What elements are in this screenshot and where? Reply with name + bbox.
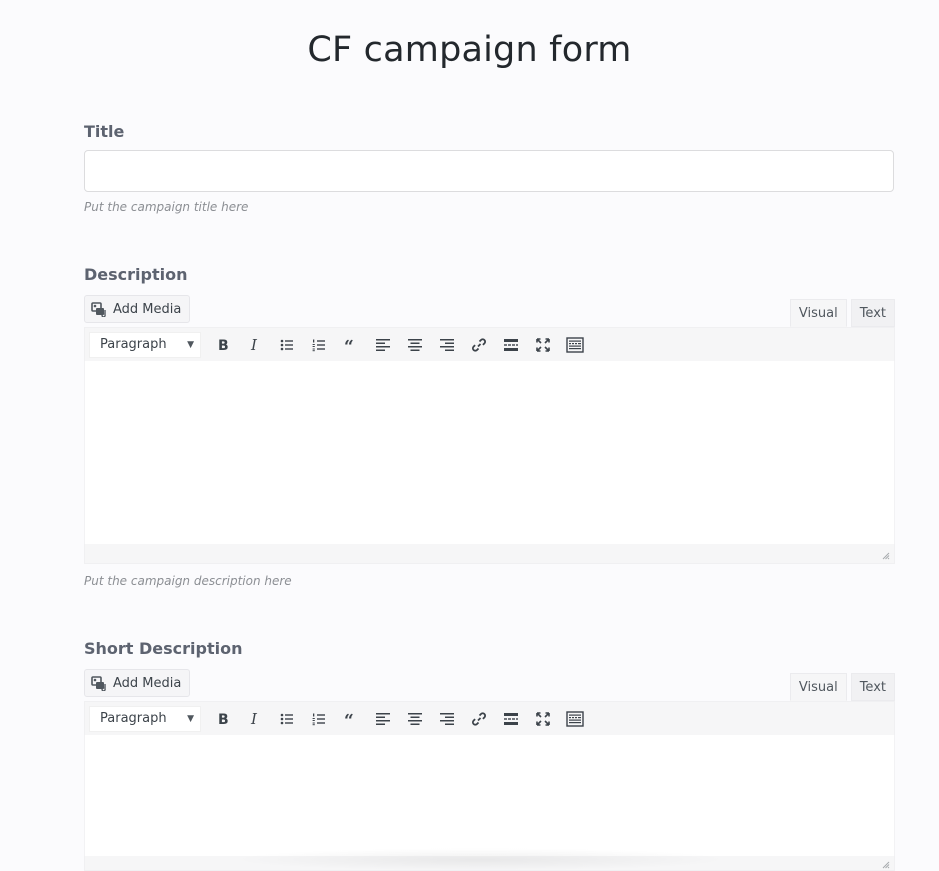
- format-select-value: Paragraph: [100, 711, 167, 726]
- bold-icon[interactable]: B: [207, 331, 239, 359]
- editor-toolbar: Paragraph ▼ B I “: [84, 327, 895, 361]
- add-media-label: Add Media: [113, 675, 182, 691]
- svg-text:B: B: [218, 338, 229, 353]
- blockquote-icon[interactable]: “: [335, 705, 367, 733]
- short-description-label: Short Description: [84, 639, 243, 658]
- read-more-icon[interactable]: [495, 705, 527, 733]
- add-media-icon: [91, 675, 108, 691]
- title-help-text: Put the campaign title here: [84, 200, 249, 214]
- title-input[interactable]: [84, 150, 894, 192]
- bullet-list-icon[interactable]: [271, 705, 303, 733]
- description-label: Description: [84, 265, 188, 284]
- chevron-down-icon: ▼: [187, 713, 194, 724]
- description-status-bar: [84, 544, 895, 564]
- tab-text[interactable]: Text: [850, 299, 895, 327]
- toolbar-toggle-icon[interactable]: [559, 331, 591, 359]
- description-help-text: Put the campaign description here: [84, 574, 292, 588]
- blockquote-icon[interactable]: “: [335, 331, 367, 359]
- editor-mode-tabs: Visual Text: [789, 673, 895, 701]
- add-media-label: Add Media: [113, 301, 182, 317]
- bold-icon[interactable]: B: [207, 705, 239, 733]
- align-right-icon[interactable]: [431, 705, 463, 733]
- toolbar-toggle-icon[interactable]: [559, 705, 591, 733]
- svg-text:I: I: [250, 711, 258, 727]
- align-center-icon[interactable]: [399, 331, 431, 359]
- short-description-editor: Add Media Visual Text Paragraph ▼ B I “: [84, 669, 895, 871]
- format-select[interactable]: Paragraph ▼: [89, 331, 201, 358]
- add-media-icon: [91, 301, 108, 317]
- align-left-icon[interactable]: [367, 705, 399, 733]
- align-center-icon[interactable]: [399, 705, 431, 733]
- align-right-icon[interactable]: [431, 331, 463, 359]
- tab-visual[interactable]: Visual: [789, 299, 847, 327]
- editor-mode-tabs: Visual Text: [789, 299, 895, 327]
- resize-handle-icon[interactable]: [880, 550, 890, 560]
- read-more-icon[interactable]: [495, 331, 527, 359]
- scroll-shadow: [230, 848, 730, 871]
- add-media-button[interactable]: Add Media: [84, 669, 191, 697]
- description-editor: Add Media Visual Text Paragraph ▼ B I “: [84, 295, 895, 568]
- fullscreen-icon[interactable]: [527, 331, 559, 359]
- tab-text[interactable]: Text: [850, 673, 895, 701]
- chevron-down-icon: ▼: [187, 339, 194, 350]
- italic-icon[interactable]: I: [239, 705, 271, 733]
- editor-toolbar: Paragraph ▼ B I “: [84, 701, 895, 735]
- title-label: Title: [84, 122, 125, 141]
- format-select-value: Paragraph: [100, 337, 167, 352]
- format-select[interactable]: Paragraph ▼: [89, 705, 201, 732]
- description-edit-area[interactable]: [84, 361, 895, 544]
- numbered-list-icon[interactable]: [303, 331, 335, 359]
- svg-text:B: B: [218, 712, 229, 727]
- svg-text:“: “: [344, 711, 354, 727]
- page-title: CF campaign form: [307, 30, 632, 70]
- numbered-list-icon[interactable]: [303, 705, 335, 733]
- align-left-icon[interactable]: [367, 331, 399, 359]
- add-media-button[interactable]: Add Media: [84, 295, 191, 323]
- link-icon[interactable]: [463, 331, 495, 359]
- svg-text:I: I: [250, 337, 258, 353]
- bullet-list-icon[interactable]: [271, 331, 303, 359]
- link-icon[interactable]: [463, 705, 495, 733]
- fullscreen-icon[interactable]: [527, 705, 559, 733]
- svg-text:“: “: [344, 337, 354, 353]
- italic-icon[interactable]: I: [239, 331, 271, 359]
- resize-handle-icon[interactable]: [880, 859, 890, 869]
- short-description-edit-area[interactable]: [84, 735, 895, 856]
- tab-visual[interactable]: Visual: [789, 673, 847, 701]
